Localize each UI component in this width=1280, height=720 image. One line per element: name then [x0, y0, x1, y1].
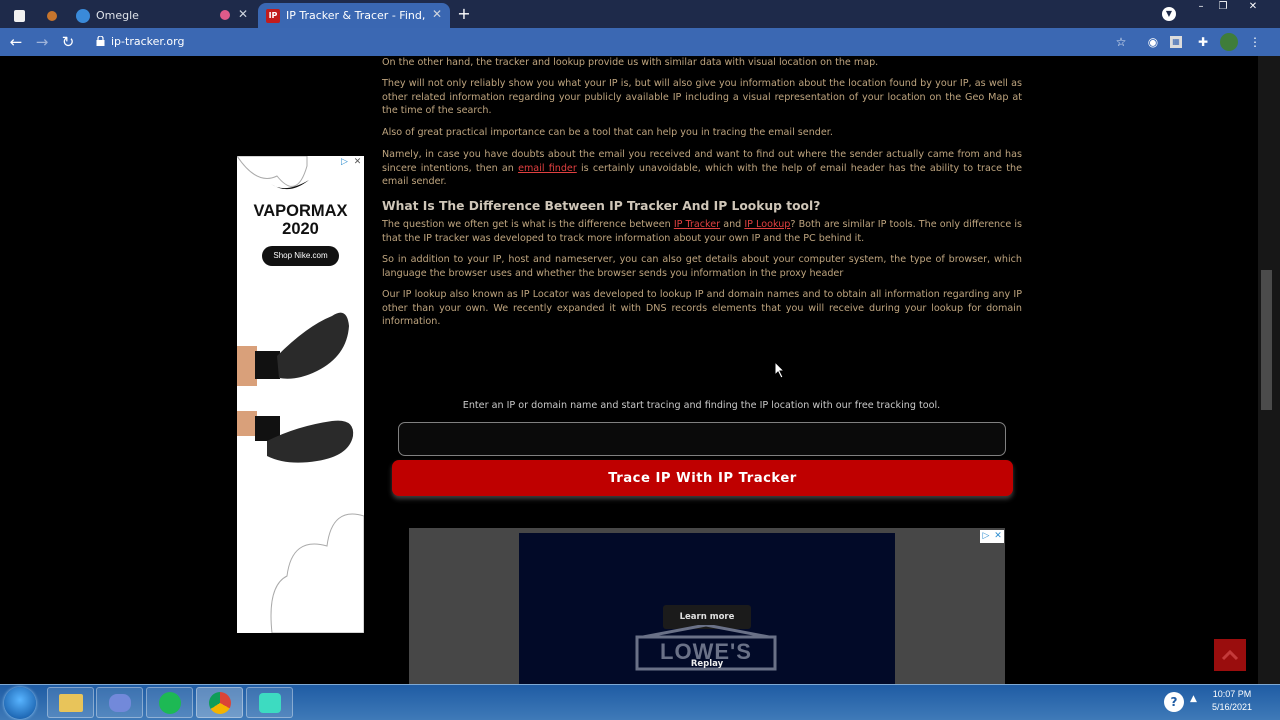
address-toolbar: ← → ↻ ip-tracker.org ☆ ◉ ▦ ✚ ⋮ [0, 28, 1280, 56]
ad-headline-year: 2020 [282, 220, 319, 238]
paragraph: Namely, in case you have doubts about th… [382, 148, 1022, 189]
start-button[interactable] [4, 687, 36, 719]
ad-close-icon[interactable]: ✕ [992, 530, 1004, 543]
spotify-icon [158, 691, 181, 714]
paragraph: The question we often get is what is the… [382, 218, 1022, 245]
menu-dots-icon[interactable]: ⋮ [1247, 34, 1263, 50]
profile-dropdown-icon[interactable]: ▼ [1162, 7, 1176, 21]
ad-close-icon[interactable]: ✕ [351, 156, 364, 169]
paragraph: They will not only reliably show you wha… [382, 78, 1022, 117]
chrome-button[interactable] [196, 687, 243, 718]
close-icon[interactable]: ✕ [238, 7, 248, 21]
cookie-icon [47, 10, 57, 21]
lock-icon [96, 36, 105, 46]
tray-expand-icon[interactable]: ▲ [1190, 694, 1197, 704]
back-button[interactable]: ← [6, 32, 26, 52]
close-icon[interactable]: ✕ [432, 7, 442, 21]
omegle-icon [76, 8, 90, 23]
clock-time: 10:07 PM [1212, 689, 1252, 699]
robot-icon [258, 692, 281, 713]
email-finder-link[interactable]: email finder [518, 163, 577, 174]
lowes-video-ad[interactable]: Learn more LOWE'S Replay ▷ ✕ [409, 528, 1005, 684]
discord-icon [108, 693, 131, 712]
ip-tracker-link[interactable]: IP Tracker [674, 219, 720, 230]
tab-title: Omegle [96, 9, 139, 22]
ip-lookup-link[interactable]: IP Lookup [744, 219, 790, 230]
adchoices-icon[interactable]: ▷ [980, 530, 992, 543]
page-icon [14, 9, 25, 22]
spotify-button[interactable] [146, 687, 193, 718]
reload-button[interactable]: ↻ [58, 32, 78, 52]
mouse-cursor-icon [774, 361, 786, 379]
paragraph: Also of great practical importance can b… [382, 127, 833, 138]
chrome-icon [208, 691, 231, 714]
tab-blank[interactable] [4, 3, 38, 28]
url-text: ip-tracker.org [111, 35, 185, 48]
address-bar[interactable]: ip-tracker.org [96, 32, 184, 52]
minimize-icon[interactable]: – [1190, 0, 1212, 14]
system-clock[interactable]: 10:07 PM 5/16/2021 [1204, 688, 1260, 714]
tab-ip-tracker[interactable]: IP IP Tracker & Tracer - Find, Track, ✕ [258, 3, 450, 28]
text: The question we often get is what is the… [382, 219, 674, 230]
ad-video[interactable]: Learn more LOWE'S Replay [519, 533, 895, 684]
app-button[interactable] [246, 687, 293, 718]
recording-icon [220, 10, 230, 20]
tab-omegle[interactable]: Omegle ✕ [68, 3, 256, 28]
discord-button[interactable] [96, 687, 143, 718]
extension-mask-icon[interactable]: ◉ [1145, 34, 1161, 50]
maximize-icon[interactable]: ❐ [1212, 0, 1234, 14]
window-controls: – ❐ ✕ [1190, 0, 1272, 14]
paragraph: Our IP lookup also known as IP Locator w… [382, 289, 1022, 328]
shop-nike-button[interactable]: Shop Nike.com [262, 246, 339, 266]
tab-title: IP Tracker & Tracer - Find, Track, [286, 9, 426, 22]
bookmark-star-icon[interactable]: ☆ [1113, 34, 1129, 50]
ip-icon: IP [266, 8, 280, 23]
scroll-to-top-button[interactable] [1214, 639, 1246, 671]
help-icon[interactable]: ? [1164, 692, 1184, 712]
forward-button[interactable]: → [32, 32, 52, 52]
puzzle-icon[interactable]: ✚ [1195, 34, 1211, 50]
text: and [720, 219, 745, 230]
close-window-icon[interactable]: ✕ [1234, 0, 1272, 14]
adchoices-icon[interactable]: ▷ [338, 156, 351, 169]
folder-icon [58, 693, 83, 712]
paragraph: So in addition to your IP, host and name… [382, 254, 1022, 279]
chevron-up-icon [1221, 649, 1239, 661]
web-page: On the other hand, the tracker and looku… [0, 56, 1258, 684]
replay-button[interactable]: Replay [669, 659, 745, 669]
taskbar: ? ▲ 10:07 PM 5/16/2021 [0, 684, 1280, 720]
scrollbar-thumb[interactable] [1261, 270, 1272, 410]
new-tab-button[interactable]: + [455, 5, 473, 23]
extension-page-icon[interactable]: ▦ [1170, 36, 1182, 48]
clock-date: 5/16/2021 [1211, 702, 1253, 712]
section-heading: What Is The Difference Between IP Tracke… [382, 199, 821, 213]
trace-ip-button[interactable]: Trace IP With IP Tracker [392, 460, 1013, 496]
ip-search-input[interactable] [398, 422, 1006, 456]
tab-strip: Omegle ✕ IP IP Tracker & Tracer - Find, … [0, 0, 1280, 28]
tab-cookie[interactable] [38, 3, 68, 28]
avatar[interactable] [1220, 33, 1238, 51]
paragraph: On the other hand, the tracker and looku… [382, 57, 879, 68]
file-explorer-button[interactable] [47, 687, 94, 718]
tracker-prompt: Enter an IP or domain name and start tra… [462, 400, 941, 411]
ad-headline: VAPORMAX [253, 202, 348, 220]
nike-ad[interactable]: VAPORMAX 2020 Shop Nike.com ▷ ✕ [237, 156, 364, 633]
